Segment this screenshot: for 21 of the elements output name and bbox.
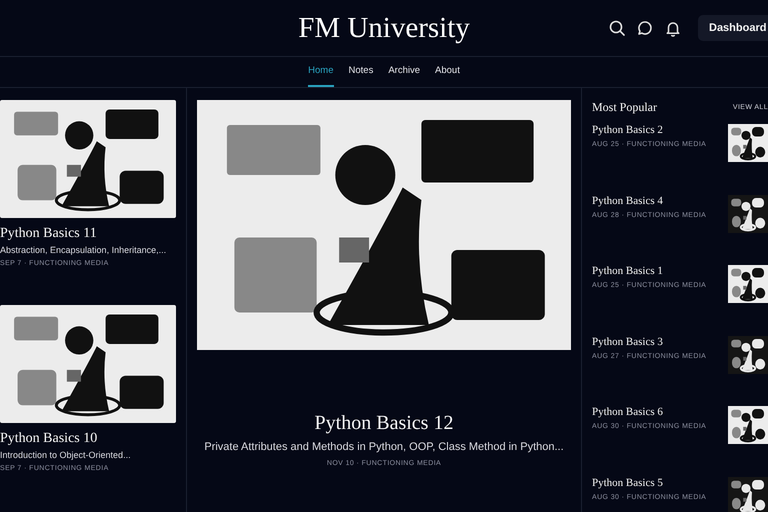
post-excerpt: Abstraction, Encapsulation, Inheritance,... — [0, 245, 168, 255]
post-title[interactable]: Python Basics 11 — [0, 226, 176, 242]
search-icon[interactable] — [608, 19, 626, 37]
nav-tab[interactable]: About — [435, 57, 460, 87]
dashboard-button[interactable]: Dashboard — [698, 15, 768, 41]
post-title[interactable]: Python Basics 1 — [592, 265, 706, 277]
section-heading: Most Popular — [592, 100, 658, 115]
chat-bubble-icon[interactable] — [636, 19, 654, 37]
featured-excerpt: Private Attributes and Methods in Python, OOP, Class Method in Python... — [204, 441, 564, 453]
nav-tab[interactable]: Home — [308, 57, 334, 87]
site-title[interactable]: FM University — [298, 12, 470, 44]
featured-title[interactable]: Python Basics 12 — [314, 412, 454, 435]
post-excerpt: Introduction to Object-Oriented... — [0, 450, 132, 460]
post-title[interactable]: Python Basics 6 — [592, 406, 706, 418]
post-title[interactable]: Python Basics 5 — [592, 476, 706, 488]
post-title[interactable]: Python Basics 10 — [0, 431, 176, 447]
post-title[interactable]: Python Basics 2 — [592, 124, 706, 136]
nav-tab[interactable]: Notes — [348, 57, 374, 87]
post-title[interactable]: Python Basics 3 — [592, 336, 706, 348]
nav-tab[interactable]: Archive — [388, 57, 420, 87]
post-title[interactable]: Python Basics 4 — [592, 194, 706, 206]
